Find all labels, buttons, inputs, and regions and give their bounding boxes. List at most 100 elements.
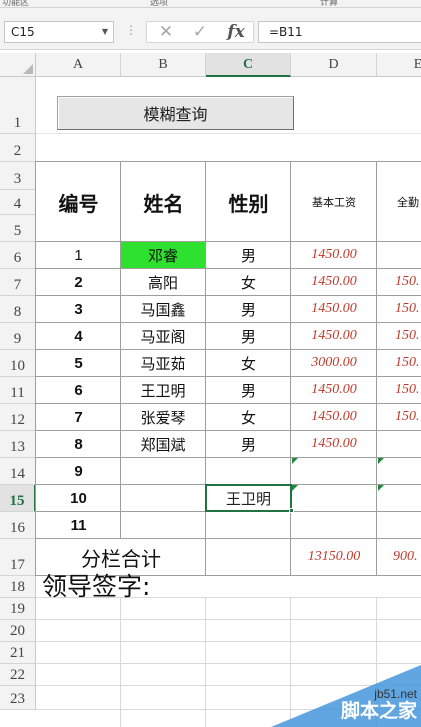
cell-name[interactable] [121, 458, 205, 484]
cell-name[interactable]: 张爱琴 [121, 404, 205, 430]
row-header-10[interactable]: 10 [0, 350, 36, 377]
gridline [36, 133, 421, 134]
cell-attendance[interactable] [377, 431, 421, 457]
column-header-e[interactable]: E [377, 53, 421, 77]
select-all-button[interactable] [0, 53, 36, 77]
cell-base-salary[interactable] [291, 512, 377, 538]
cell-number[interactable]: 6 [36, 377, 121, 403]
row-header-15[interactable]: 15 [0, 485, 36, 512]
insert-function-icon[interactable]: fx [223, 22, 249, 42]
cell-number[interactable]: 10 [36, 485, 121, 511]
cell-base-salary[interactable]: 1450.00 [291, 377, 377, 403]
row-header-2[interactable]: 2 [0, 134, 36, 162]
cell-gender[interactable] [206, 458, 291, 484]
cell-gender[interactable]: 女 [206, 404, 291, 430]
cell-name[interactable]: 郑国斌 [121, 431, 205, 457]
row-header-19[interactable]: 19 [0, 598, 36, 620]
fuzzy-query-button[interactable]: 模糊查询 [57, 96, 294, 130]
row-header-9[interactable]: 9 [0, 323, 36, 350]
cell-attendance[interactable] [377, 242, 421, 268]
cell-attendance[interactable] [377, 512, 421, 538]
cell-name[interactable]: 邓睿 [121, 242, 205, 268]
grip-icon: ⋮ [125, 23, 137, 37]
cell-gender[interactable]: 男 [206, 377, 291, 403]
cell-attendance[interactable]: 150. [377, 269, 421, 295]
gridline [36, 663, 421, 664]
cell-number[interactable]: 4 [36, 323, 121, 349]
cell-gender[interactable]: 男 [206, 323, 291, 349]
cell-base-salary[interactable]: 1450.00 [291, 431, 377, 457]
cell-attendance[interactable]: 150. [377, 296, 421, 322]
subtotal-attendance[interactable]: 900. [377, 539, 421, 575]
cell-number[interactable]: 2 [36, 269, 121, 295]
cell-name[interactable]: 王卫明 [121, 377, 205, 403]
row-header-6[interactable]: 6 [0, 242, 36, 269]
cell-number[interactable]: 9 [36, 458, 121, 484]
row-header-16[interactable]: 16 [0, 512, 36, 539]
row-header-22[interactable]: 22 [0, 664, 36, 686]
cell-name[interactable]: 高阳 [121, 269, 205, 295]
cell-base-salary[interactable]: 1450.00 [291, 242, 377, 268]
name-box[interactable]: C15 ▼ [4, 21, 114, 43]
cell-base-salary[interactable] [291, 485, 377, 511]
cell-number[interactable]: 7 [36, 404, 121, 430]
row-header-20[interactable]: 20 [0, 620, 36, 642]
cell-number[interactable]: 3 [36, 296, 121, 322]
row-header-7[interactable]: 7 [0, 269, 36, 296]
chevron-down-icon[interactable]: ▼ [102, 22, 108, 42]
cell-name[interactable] [121, 485, 205, 511]
row-header-23[interactable]: 23 [0, 686, 36, 710]
formula-input[interactable]: =B11 [258, 21, 421, 43]
formula-bar: C15 ▼ ⋮ ✕ ✓ fx =B11 [0, 8, 421, 50]
cell-name[interactable] [121, 512, 205, 538]
cell-gender[interactable]: 男 [206, 431, 291, 457]
cell-number[interactable]: 8 [36, 431, 121, 457]
cell-gender[interactable]: 女 [206, 350, 291, 376]
cell-base-salary[interactable]: 1450.00 [291, 404, 377, 430]
cell-base-salary[interactable]: 1450.00 [291, 323, 377, 349]
row-header-18[interactable]: 18 [0, 576, 36, 598]
column-header-c[interactable]: C [206, 53, 291, 77]
active-cell[interactable]: 王卫明 [205, 484, 292, 512]
row-header-13[interactable]: 13 [0, 431, 36, 458]
cell-number[interactable]: 11 [36, 512, 121, 538]
cell-name[interactable]: 马国鑫 [121, 296, 205, 322]
row-header-11[interactable]: 11 [0, 377, 36, 404]
cancel-icon[interactable]: ✕ [153, 22, 179, 42]
row-header-4[interactable]: 4 [0, 190, 36, 215]
row-header-8[interactable]: 8 [0, 296, 36, 323]
cell-base-salary[interactable]: 1450.00 [291, 269, 377, 295]
fill-handle[interactable] [289, 508, 294, 513]
header-attendance: 全勤 [397, 196, 419, 209]
cell-attendance[interactable]: 150. [377, 323, 421, 349]
cell-base-salary[interactable]: 3000.00 [291, 350, 377, 376]
cell-attendance[interactable]: 150. [377, 404, 421, 430]
cell-gender[interactable]: 男 [206, 296, 291, 322]
row-header-3[interactable]: 3 [0, 162, 36, 190]
cell-attendance[interactable]: 150. [377, 350, 421, 376]
enter-icon[interactable]: ✓ [187, 22, 213, 42]
select-all-icon [23, 64, 33, 74]
row-header-1[interactable]: 1 [0, 77, 36, 134]
cell-gender[interactable]: 女 [206, 269, 291, 295]
row-header-17[interactable]: 17 [0, 539, 36, 576]
cell-number[interactable]: 5 [36, 350, 121, 376]
column-header-a[interactable]: A [36, 53, 121, 77]
row-header-5[interactable]: 5 [0, 215, 36, 242]
gridline [36, 619, 421, 620]
cell-base-salary[interactable] [291, 458, 377, 484]
cell-gender[interactable]: 男 [206, 242, 291, 268]
column-header-b[interactable]: B [121, 53, 206, 77]
ribbon-text: 计算 [320, 0, 339, 8]
row-header-12[interactable]: 12 [0, 404, 36, 431]
cell-attendance[interactable]: 150. [377, 377, 421, 403]
cell-name[interactable]: 马亚茹 [121, 350, 205, 376]
cell-name[interactable]: 马亚阁 [121, 323, 205, 349]
row-header-14[interactable]: 14 [0, 458, 36, 485]
cell-base-salary[interactable]: 1450.00 [291, 296, 377, 322]
row-header-21[interactable]: 21 [0, 642, 36, 664]
name-box-value: C15 [11, 25, 35, 39]
column-header-d[interactable]: D [291, 53, 377, 77]
cell-gender[interactable] [206, 512, 291, 538]
cell-number[interactable]: 1 [36, 242, 121, 268]
